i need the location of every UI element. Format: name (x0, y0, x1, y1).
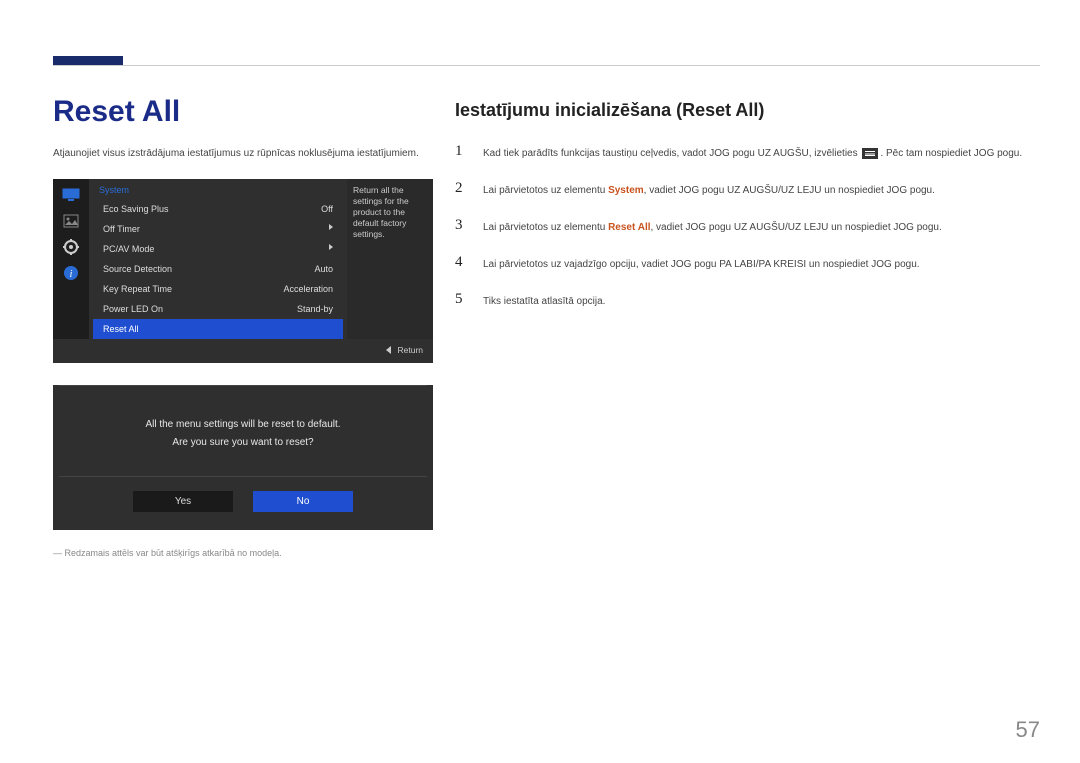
footnote: Redzamais attēls var būt atšķirīgs atkar… (53, 548, 433, 558)
step-text: Lai pārvietotos uz elementu Reset All, v… (483, 217, 942, 236)
dialog-line1: All the menu settings will be reset to d… (79, 416, 407, 434)
osd-sidebar: i (53, 179, 89, 339)
step-1: 1 Kad tiek parādīts funkcijas taustiņu c… (455, 143, 1035, 162)
osd-row-selected: Reset All (93, 319, 343, 339)
back-arrow-icon (386, 346, 391, 354)
step-3: 3 Lai pārvietotos uz elementu Reset All,… (455, 217, 1035, 236)
osd-row: Key Repeat TimeAcceleration (89, 279, 347, 299)
step-number: 3 (455, 217, 469, 234)
left-column: Reset All Atjaunojiet visus izstrādājuma… (53, 95, 433, 558)
page-title: Reset All (53, 95, 433, 129)
osd-section-title: System (89, 179, 347, 199)
step-text: Lai pārvietotos uz elementu System, vadi… (483, 180, 935, 199)
step-text: Tiks iestatīta atlasītā opcija. (483, 291, 605, 310)
step-4: 4 Lai pārvietotos uz vajadzīgo opciju, v… (455, 254, 1035, 273)
osd-system-menu: i System Eco Saving PlusOff Off Timer PC… (53, 179, 433, 363)
chevron-right-icon (329, 244, 333, 250)
dialog-yes-button[interactable]: Yes (133, 491, 233, 512)
osd-row: Off Timer (89, 219, 347, 239)
menu-icon (862, 148, 878, 159)
info-icon: i (61, 265, 81, 281)
reset-confirm-dialog: All the menu settings will be reset to d… (53, 385, 433, 530)
picture-icon (61, 213, 81, 229)
step-5: 5 Tiks iestatīta atlasītā opcija. (455, 291, 1035, 310)
monitor-icon (61, 187, 81, 203)
step-2: 2 Lai pārvietotos uz elementu System, va… (455, 180, 1035, 199)
osd-footer: Return (53, 339, 433, 363)
osd-list: System Eco Saving PlusOff Off Timer PC/A… (89, 179, 347, 339)
osd-description: Return all the settings for the product … (347, 179, 433, 339)
svg-text:i: i (70, 269, 73, 280)
header-rule (53, 65, 1040, 66)
step-text: Lai pārvietotos uz vajadzīgo opciju, vad… (483, 254, 920, 273)
step-number: 4 (455, 254, 469, 271)
osd-row: PC/AV Mode (89, 239, 347, 259)
dialog-line2: Are you sure you want to reset? (79, 434, 407, 452)
osd-row: Eco Saving PlusOff (89, 199, 347, 219)
step-text: Kad tiek parādīts funkcijas taustiņu ceļ… (483, 143, 1022, 162)
right-column: Iestatījumu inicializēšana (Reset All) 1… (455, 100, 1035, 328)
step-number: 1 (455, 143, 469, 160)
page-number: 57 (1016, 717, 1040, 743)
gear-icon (61, 239, 81, 255)
osd-row: Source DetectionAuto (89, 259, 347, 279)
dialog-message: All the menu settings will be reset to d… (59, 385, 427, 477)
intro-text: Atjaunojiet visus izstrādājuma iestatīju… (53, 147, 433, 161)
step-number: 2 (455, 180, 469, 197)
osd-return-label: Return (397, 345, 423, 355)
step-number: 5 (455, 291, 469, 308)
chevron-right-icon (329, 224, 333, 230)
dialog-no-button[interactable]: No (253, 491, 353, 512)
section-title: Iestatījumu inicializēšana (Reset All) (455, 100, 1035, 121)
osd-row: Power LED OnStand-by (89, 299, 347, 319)
